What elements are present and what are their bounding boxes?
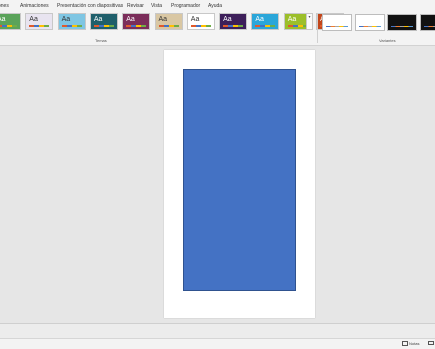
theme-color-strip xyxy=(288,25,308,27)
variant-thumbnail[interactable] xyxy=(322,14,352,31)
menu-view[interactable]: Vista xyxy=(151,3,162,9)
themes-group-label: Temas xyxy=(95,38,107,43)
variant-color-strip xyxy=(359,26,381,27)
normal-view-icon[interactable] xyxy=(428,341,434,345)
theme-thumbnail[interactable]: Aa xyxy=(58,13,86,30)
theme-thumbnail[interactable]: Aa xyxy=(90,13,118,30)
gallery-more-button[interactable]: ▾ xyxy=(306,13,313,30)
theme-color-strip xyxy=(62,25,82,27)
variant-thumbnail[interactable] xyxy=(420,14,435,31)
theme-thumbnail[interactable]: Aa xyxy=(0,13,21,30)
variants-group-label: Variantes xyxy=(379,38,396,43)
notes-button[interactable]: Notas xyxy=(402,341,419,346)
variant-thumbnail[interactable] xyxy=(387,14,417,31)
theme-color-strip xyxy=(255,25,275,27)
notes-pane[interactable] xyxy=(0,324,435,338)
theme-sample-text: Aa xyxy=(0,16,6,24)
menu-developer[interactable]: Programador xyxy=(171,3,200,9)
theme-sample-text: Aa xyxy=(29,16,38,24)
menu-slideshow[interactable]: Presentación con diapositivas xyxy=(57,3,123,9)
theme-color-strip xyxy=(191,25,211,27)
chevron-down-icon: ▾ xyxy=(308,14,310,19)
theme-thumbnail[interactable]: Aa xyxy=(122,13,150,30)
theme-thumbnail[interactable]: Aa xyxy=(187,13,215,30)
variant-color-strip xyxy=(424,26,435,27)
theme-sample-text: Aa xyxy=(255,16,264,24)
menu-review[interactable]: Revisar xyxy=(127,3,144,9)
theme-thumbnail[interactable]: Aa xyxy=(251,13,279,30)
variant-thumbnail[interactable] xyxy=(355,14,385,31)
theme-sample-text: Aa xyxy=(159,16,168,24)
theme-color-strip xyxy=(223,25,243,27)
group-divider xyxy=(317,13,318,43)
menu-transitions[interactable]: ones xyxy=(0,3,9,9)
theme-sample-text: Aa xyxy=(94,16,103,24)
menu-animations[interactable]: Animaciones xyxy=(20,3,49,9)
theme-sample-text: Aa xyxy=(62,16,71,24)
theme-sample-text: Aa xyxy=(223,16,232,24)
rectangle-shape[interactable] xyxy=(183,69,296,291)
variant-color-strip xyxy=(326,26,348,27)
menu-help[interactable]: Ayuda xyxy=(208,3,222,9)
slide-canvas[interactable] xyxy=(164,50,315,318)
theme-color-strip xyxy=(29,25,49,27)
theme-thumbnail[interactable]: Aa xyxy=(25,13,53,30)
theme-sample-text: Aa xyxy=(288,16,297,24)
variant-color-strip xyxy=(391,26,413,27)
theme-color-strip xyxy=(0,25,17,27)
theme-sample-text: Aa xyxy=(126,16,135,24)
theme-sample-text: Aa xyxy=(191,16,200,24)
design-ribbon: AaAaAaAaAaAaAaAaAaAaAa ▾ Temas Variantes xyxy=(0,11,435,46)
theme-color-strip xyxy=(126,25,146,27)
theme-thumbnail[interactable]: Aa xyxy=(155,13,183,30)
notes-icon xyxy=(402,341,408,346)
status-bar: Notas xyxy=(0,338,435,349)
menu-bar: ones Animaciones Presentación con diapos… xyxy=(0,0,435,11)
theme-color-strip xyxy=(94,25,114,27)
theme-thumbnail[interactable]: Aa xyxy=(219,13,247,30)
theme-color-strip xyxy=(159,25,179,27)
notes-label: Notas xyxy=(409,341,419,346)
